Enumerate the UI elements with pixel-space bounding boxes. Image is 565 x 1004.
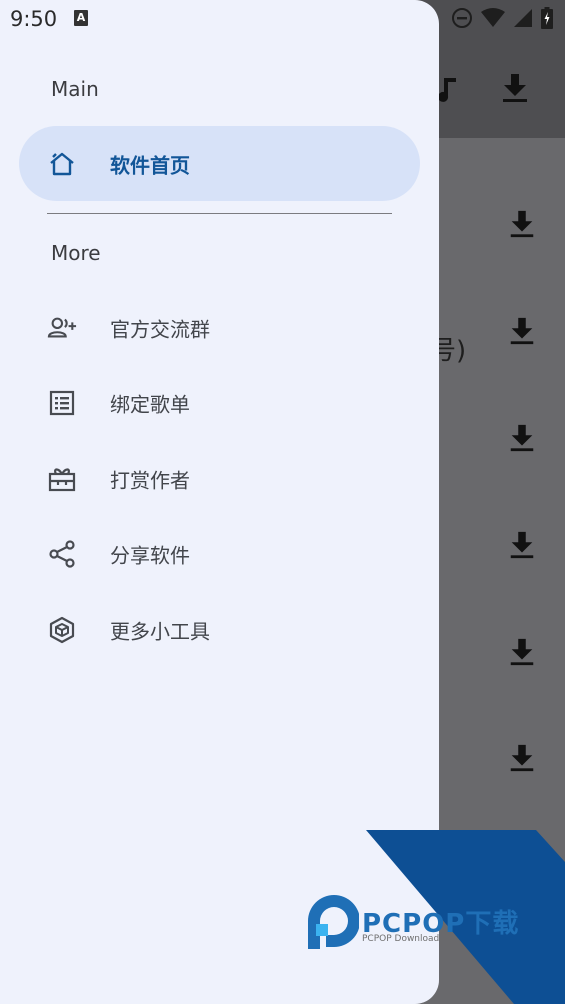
divider	[47, 213, 392, 214]
nav-item-label: 打赏作者	[110, 468, 190, 492]
watermark-subtitle: PCPOP Download	[362, 934, 440, 944]
nav-item-share[interactable]: 分享软件	[19, 516, 420, 591]
status-icons	[451, 7, 553, 29]
signal-icon	[514, 9, 532, 27]
home-icon	[47, 149, 77, 179]
gift-icon	[47, 464, 77, 494]
share-icon	[47, 539, 77, 569]
list-icon	[47, 388, 77, 418]
nav-item-bind-playlist[interactable]: 绑定歌单	[19, 365, 420, 440]
nav-item-label: 官方交流群	[110, 317, 210, 341]
download-icon[interactable]	[507, 743, 537, 773]
notification-icon: A	[74, 10, 88, 26]
download-icon[interactable]	[507, 209, 537, 239]
watermark-logo-icon	[308, 895, 359, 949]
nav-item-home[interactable]: 软件首页	[19, 126, 420, 201]
box-icon	[47, 615, 77, 645]
group-add-icon	[47, 313, 77, 343]
wifi-icon	[481, 8, 505, 27]
do-not-disturb-icon	[452, 8, 472, 28]
download-icon[interactable]	[507, 637, 537, 667]
download-icon[interactable]	[507, 423, 537, 453]
nav-item-label: 更多小工具	[110, 619, 210, 643]
nav-item-label: 绑定歌单	[110, 392, 190, 416]
status-time: 9:50	[10, 7, 58, 31]
download-icon[interactable]	[507, 316, 537, 346]
nav-item-donate[interactable]: 打赏作者	[19, 441, 420, 516]
download-icon[interactable]	[500, 72, 530, 104]
nav-item-group[interactable]: 官方交流群	[19, 290, 420, 365]
nav-item-label: 软件首页	[110, 153, 190, 177]
nav-item-more-tools[interactable]: 更多小工具	[19, 592, 420, 667]
section-title-main: Main	[51, 77, 99, 101]
section-title-more: More	[51, 241, 101, 265]
nav-item-label: 分享软件	[110, 543, 190, 567]
download-icon[interactable]	[507, 530, 537, 560]
battery-icon	[541, 7, 553, 29]
